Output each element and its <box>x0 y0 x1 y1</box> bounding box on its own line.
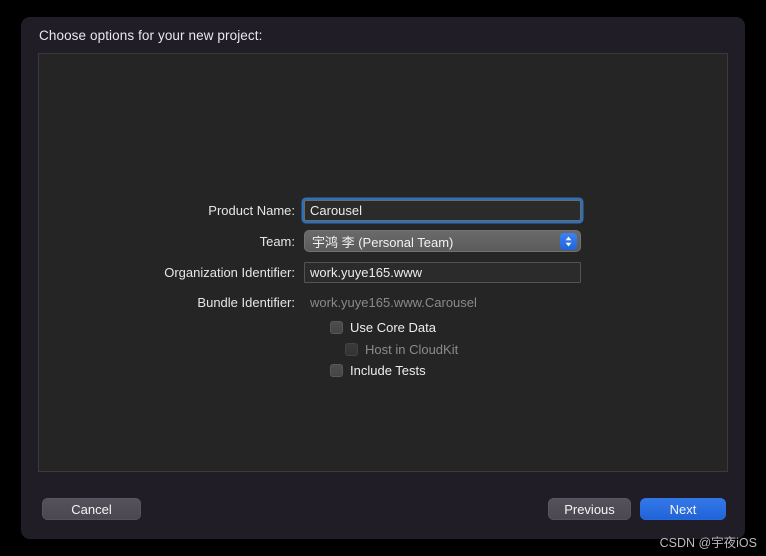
checkbox-row-use-core-data[interactable]: Use Core Data <box>330 318 436 336</box>
options-panel: Product Name: Team: 宇鸿 李 (Personal Team) <box>38 53 728 472</box>
next-button[interactable]: Next <box>640 498 726 520</box>
watermark: CSDN @宇夜iOS <box>659 536 757 550</box>
bundle-identifier-label: Bundle Identifier: <box>197 294 295 310</box>
project-options-form: Product Name: Team: 宇鸿 李 (Personal Team) <box>39 54 727 471</box>
new-project-options-dialog: Choose options for your new project: Pro… <box>21 17 745 539</box>
organization-identifier-label: Organization Identifier: <box>164 264 295 280</box>
row-team: Team: 宇鸿 李 (Personal Team) <box>39 230 581 252</box>
page-title: Choose options for your new project: <box>39 28 263 43</box>
team-selected-value: 宇鸿 李 (Personal Team) <box>312 234 454 250</box>
include-tests-label: Include Tests <box>350 362 426 378</box>
row-organization-identifier: Organization Identifier: <box>39 261 581 283</box>
product-name-input[interactable] <box>304 199 581 221</box>
host-in-cloudkit-checkbox <box>345 342 358 356</box>
product-name-label: Product Name: <box>208 202 295 218</box>
team-label: Team: <box>259 233 295 249</box>
screen: Choose options for your new project: Pro… <box>0 0 766 556</box>
team-popup-button[interactable]: 宇鸿 李 (Personal Team) <box>304 230 581 252</box>
checkbox-row-host-in-cloudkit: Host in CloudKit <box>345 340 458 358</box>
previous-button[interactable]: Previous <box>548 498 631 520</box>
host-in-cloudkit-label: Host in CloudKit <box>365 341 459 357</box>
cancel-button[interactable]: Cancel <box>42 498 141 520</box>
chevron-up-down-icon <box>560 233 577 250</box>
bundle-identifier-value: work.yuye165.www.Carousel <box>310 294 477 310</box>
organization-identifier-input[interactable] <box>304 261 581 283</box>
use-core-data-checkbox[interactable] <box>330 320 343 334</box>
row-product-name: Product Name: <box>39 199 581 221</box>
include-tests-checkbox[interactable] <box>330 363 343 377</box>
use-core-data-label: Use Core Data <box>350 319 436 335</box>
checkbox-row-include-tests[interactable]: Include Tests <box>330 361 426 379</box>
row-bundle-identifier: Bundle Identifier: work.yuye165.www.Caro… <box>39 291 477 313</box>
